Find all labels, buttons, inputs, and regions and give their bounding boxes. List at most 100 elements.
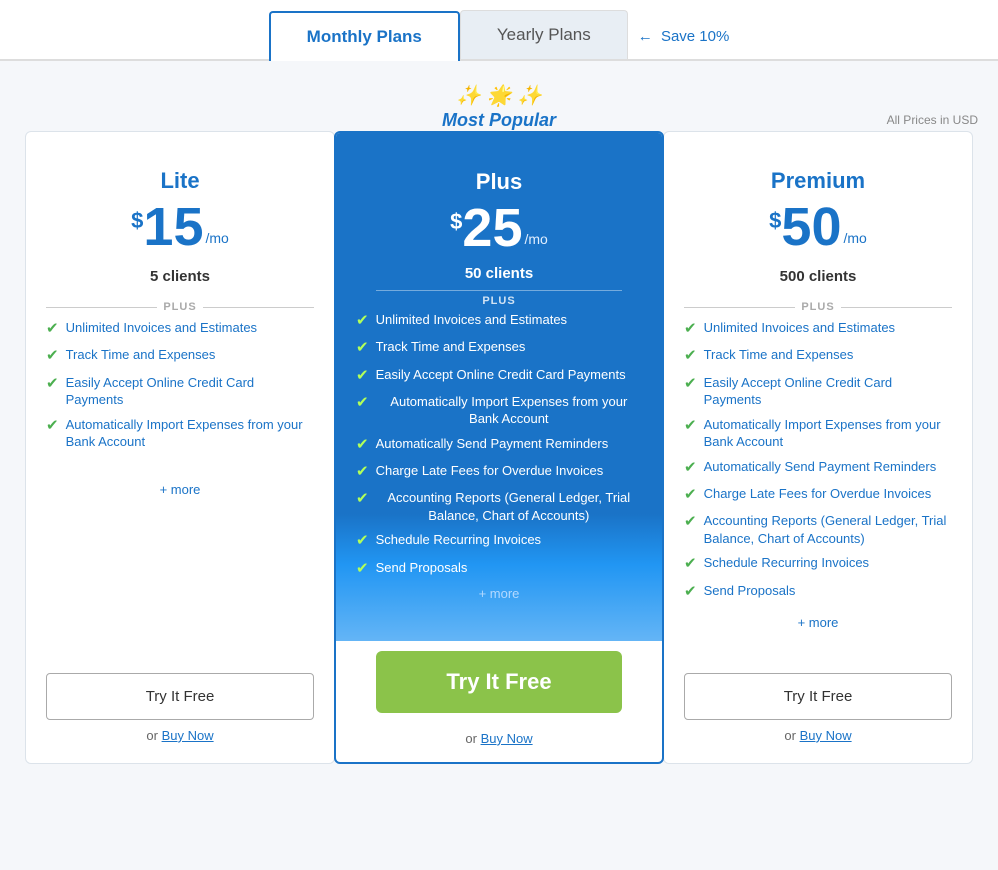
check-icon: ✔ — [684, 554, 697, 574]
feature-premium-4: ✔Automatically Send Payment Reminders — [684, 458, 952, 478]
section-divider-lite: PLUS — [46, 301, 314, 313]
plan-card-lite: Lite $ 15 /mo 5 clients PLUS ✔Unlimited … — [25, 131, 335, 764]
feature-list-plus-top: ✔Unlimited Invoices and Estimates ✔Track… — [356, 311, 642, 579]
most-popular-badge: ✨ 🌟 ✨ Most Popular — [442, 83, 556, 131]
plus-divider — [376, 290, 622, 291]
try-free-button-premium[interactable]: Try It Free — [684, 673, 952, 720]
feature-premium-6: ✔Accounting Reports (General Ledger, Tri… — [684, 512, 952, 547]
plan-name-lite: Lite — [46, 168, 314, 194]
check-icon: ✔ — [684, 374, 697, 394]
or-buy-plus: or Buy Now — [356, 731, 642, 746]
feature-lite-2: ✔Easily Accept Online Credit Card Paymen… — [46, 374, 314, 409]
or-buy-premium: or Buy Now — [684, 728, 952, 743]
price-amount-lite: 15 — [143, 200, 203, 254]
feature-plus-1: ✔Track Time and Expenses — [356, 338, 642, 358]
cards-row: Lite $ 15 /mo 5 clients PLUS ✔Unlimited … — [10, 131, 988, 764]
price-mo-premium: /mo — [843, 230, 866, 246]
feature-plus-2: ✔Easily Accept Online Credit Card Paymen… — [356, 366, 642, 386]
more-link-lite[interactable]: + more — [46, 482, 314, 497]
check-icon: ✔ — [356, 338, 369, 358]
most-popular-area: ✨ 🌟 ✨ Most Popular — [10, 61, 988, 131]
check-icon: ✔ — [356, 531, 369, 551]
check-icon: ✔ — [356, 311, 369, 331]
section-label-premium: PLUS — [801, 301, 834, 313]
try-free-button-plus[interactable]: Try It Free — [376, 651, 622, 713]
clients-lite: 5 clients — [46, 268, 314, 285]
feature-premium-8: ✔Send Proposals — [684, 582, 952, 602]
price-amount-plus: 25 — [462, 201, 522, 255]
feature-premium-1: ✔Track Time and Expenses — [684, 346, 952, 366]
feature-lite-3: ✔Automatically Import Expenses from your… — [46, 416, 314, 451]
check-icon: ✔ — [46, 319, 59, 339]
price-row-lite: $ 15 /mo — [46, 200, 314, 254]
buy-now-link-lite[interactable]: Buy Now — [162, 728, 214, 743]
check-icon: ✔ — [46, 346, 59, 366]
plan-card-plus: Plus $ 25 /mo 50 clients PLUS ✔Unlimited… — [334, 131, 664, 764]
feature-lite-1: ✔Track Time and Expenses — [46, 346, 314, 366]
feature-premium-7: ✔Schedule Recurring Invoices — [684, 554, 952, 574]
pricing-wrapper: ✨ 🌟 ✨ Most Popular All Prices in USD Lit… — [0, 61, 998, 784]
price-mo-lite: /mo — [205, 230, 228, 246]
confetti-icon: ✨ 🌟 ✨ — [442, 83, 556, 108]
save-text: Save 10% — [661, 28, 729, 45]
check-icon: ✔ — [356, 366, 369, 386]
check-icon: ✔ — [684, 485, 697, 505]
plus-section-label: PLUS — [356, 295, 642, 307]
feature-plus-7: ✔Schedule Recurring Invoices — [356, 531, 642, 551]
feature-plus-4: ✔Automatically Send Payment Reminders — [356, 435, 642, 455]
check-icon: ✔ — [356, 435, 369, 455]
save-arrow: ← — [638, 28, 653, 45]
check-icon: ✔ — [356, 489, 369, 509]
clients-plus: 50 clients — [356, 265, 642, 282]
plus-bottom: Try It Free or Buy Now — [336, 651, 662, 762]
check-icon: ✔ — [356, 559, 369, 579]
feature-plus-3: ✔Automatically Import Expenses from your… — [356, 393, 642, 428]
feature-lite-0: ✔Unlimited Invoices and Estimates — [46, 319, 314, 339]
feature-list-lite: ✔Unlimited Invoices and Estimates ✔Track… — [46, 319, 314, 476]
plus-top: Plus $ 25 /mo 50 clients PLUS ✔Unlimited… — [336, 133, 662, 641]
price-mo-plus: /mo — [524, 231, 547, 247]
feature-list-premium: ✔Unlimited Invoices and Estimates ✔Track… — [684, 319, 952, 609]
buy-now-link-plus[interactable]: Buy Now — [481, 731, 533, 746]
check-icon: ✔ — [684, 512, 697, 532]
plan-card-premium: Premium $ 50 /mo 500 clients PLUS ✔Unlim… — [663, 131, 973, 764]
most-popular-label: Most Popular — [442, 110, 556, 130]
check-icon: ✔ — [684, 582, 697, 602]
more-link-plus[interactable]: + more — [356, 586, 642, 601]
try-free-button-lite[interactable]: Try It Free — [46, 673, 314, 720]
feature-plus-0: ✔Unlimited Invoices and Estimates — [356, 311, 642, 331]
check-icon: ✔ — [684, 458, 697, 478]
feature-premium-2: ✔Easily Accept Online Credit Card Paymen… — [684, 374, 952, 409]
plan-name-plus: Plus — [356, 169, 642, 195]
check-icon: ✔ — [46, 374, 59, 394]
feature-plus-8: ✔Send Proposals — [356, 559, 642, 579]
tabs-container: Monthly Plans Yearly Plans ← Save 10% — [0, 0, 998, 61]
plan-name-premium: Premium — [684, 168, 952, 194]
section-label-lite: PLUS — [163, 301, 196, 313]
tab-yearly-label: Yearly Plans — [497, 25, 591, 44]
feature-plus-5: ✔Charge Late Fees for Overdue Invoices — [356, 462, 642, 482]
section-divider-premium: PLUS — [684, 301, 952, 313]
price-amount-premium: 50 — [781, 200, 841, 254]
or-buy-lite: or Buy Now — [46, 728, 314, 743]
tab-monthly-label: Monthly Plans — [307, 27, 422, 46]
feature-premium-5: ✔Charge Late Fees for Overdue Invoices — [684, 485, 952, 505]
feature-plus-6: ✔Accounting Reports (General Ledger, Tri… — [356, 489, 642, 524]
check-icon: ✔ — [684, 319, 697, 339]
buy-now-link-premium[interactable]: Buy Now — [800, 728, 852, 743]
clients-premium: 500 clients — [684, 268, 952, 285]
check-icon: ✔ — [684, 416, 697, 436]
price-row-plus: $ 25 /mo — [356, 201, 642, 255]
feature-premium-0: ✔Unlimited Invoices and Estimates — [684, 319, 952, 339]
feature-premium-3: ✔Automatically Import Expenses from your… — [684, 416, 952, 451]
tab-yearly[interactable]: Yearly Plans — [460, 10, 628, 59]
price-row-premium: $ 50 /mo — [684, 200, 952, 254]
check-icon: ✔ — [356, 462, 369, 482]
price-dollar-premium: $ — [769, 208, 781, 234]
price-dollar-lite: $ — [131, 208, 143, 234]
save-label: ← Save 10% — [638, 28, 730, 45]
more-link-premium[interactable]: + more — [684, 615, 952, 630]
tab-monthly[interactable]: Monthly Plans — [269, 11, 460, 61]
check-icon: ✔ — [356, 393, 369, 413]
check-icon: ✔ — [46, 416, 59, 436]
